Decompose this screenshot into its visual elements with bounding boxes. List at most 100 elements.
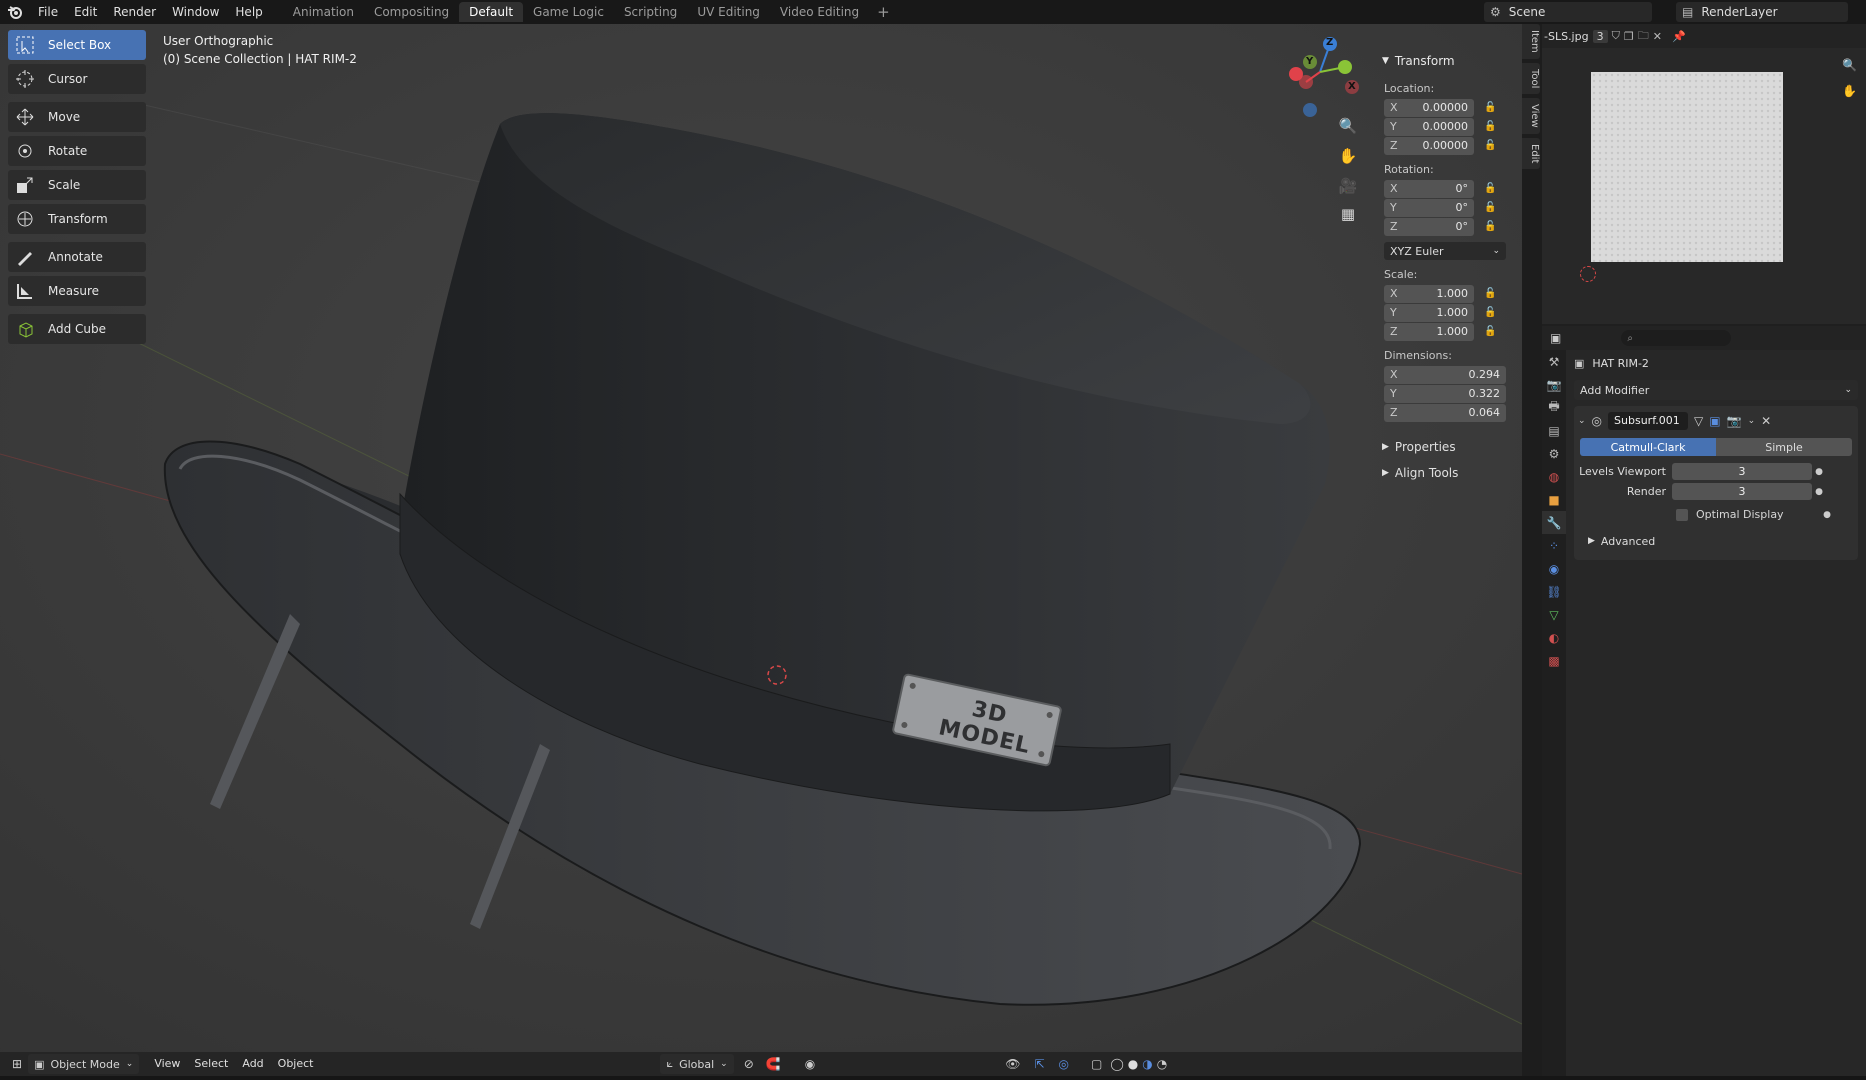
view-layer-selector[interactable]: ▤ RenderLayer: [1676, 2, 1848, 22]
tab-item[interactable]: Item: [1522, 24, 1540, 59]
dimensions-z-field[interactable]: Z 0.064: [1384, 403, 1506, 422]
tool-measure[interactable]: Measure: [8, 276, 146, 306]
delete-modifier-icon[interactable]: ✕: [1761, 414, 1771, 428]
grid-icon[interactable]: ▦: [1336, 202, 1360, 226]
view-layer-props-icon[interactable]: ▤: [1542, 419, 1566, 442]
tool-add-cube[interactable]: Add Cube: [8, 314, 146, 344]
keyframe-dot-icon[interactable]: ●: [1812, 487, 1826, 497]
image-name[interactable]: -SLS.jpg: [1544, 30, 1589, 43]
add-modifier-button[interactable]: Add Modifier ⌄: [1574, 380, 1858, 400]
camera-icon[interactable]: 🎥: [1336, 174, 1360, 198]
world-props-icon[interactable]: ◍: [1542, 465, 1566, 488]
keyframe-dot-icon[interactable]: ●: [1812, 467, 1826, 477]
menu-select[interactable]: Select: [187, 1052, 235, 1076]
dimensions-x-field[interactable]: X 0.294: [1384, 365, 1506, 384]
rotation-z-field[interactable]: Z 0°: [1384, 217, 1474, 236]
pan-hand-icon[interactable]: ✋: [1336, 144, 1360, 168]
zoom-icon[interactable]: 🔍: [1336, 114, 1360, 138]
modifier-name-input[interactable]: Subsurf.001: [1608, 412, 1689, 430]
simple-button[interactable]: Simple: [1716, 438, 1852, 456]
object-props-icon[interactable]: ■: [1542, 488, 1566, 511]
location-x-field[interactable]: X 0.00000: [1384, 98, 1474, 117]
visibility-icon[interactable]: 👁: [1005, 1057, 1020, 1071]
menu-add[interactable]: Add: [235, 1052, 270, 1076]
lock-icon[interactable]: 🔓: [1484, 202, 1500, 213]
proportional-edit-icon[interactable]: ◉: [805, 1057, 815, 1071]
zoom-icon[interactable]: 🔍: [1842, 58, 1857, 72]
rotation-x-field[interactable]: X 0°: [1384, 179, 1474, 198]
render-props-icon[interactable]: 📷: [1542, 373, 1566, 396]
menu-object[interactable]: Object: [271, 1052, 321, 1076]
gizmo-toggle-icon[interactable]: ⇱: [1034, 1057, 1044, 1071]
blender-logo-icon[interactable]: [0, 0, 30, 24]
texture-props-icon[interactable]: ▩: [1542, 649, 1566, 672]
tab-default[interactable]: Default: [459, 2, 524, 22]
tab-uv-editing[interactable]: UV Editing: [687, 2, 770, 22]
modifier-props-icon[interactable]: 🔧: [1542, 511, 1566, 534]
menu-edit[interactable]: Edit: [66, 0, 105, 24]
transform-header[interactable]: ▼ Transform: [1378, 48, 1512, 74]
particles-props-icon[interactable]: ⁘: [1542, 534, 1566, 557]
tab-tool[interactable]: Tool: [1522, 62, 1540, 95]
tool-scale[interactable]: Scale: [8, 170, 146, 200]
catmull-clark-button[interactable]: Catmull-Clark: [1580, 438, 1716, 456]
shield-icon[interactable]: ⛉: [1612, 29, 1620, 43]
3d-viewport[interactable]: 3D MODEL Select Box Cursor Move Rotate S…: [0, 24, 1522, 1052]
close-icon[interactable]: ✕: [1653, 30, 1662, 43]
tool-annotate[interactable]: Annotate: [8, 242, 146, 272]
location-y-field[interactable]: Y 0.00000: [1384, 117, 1474, 136]
transform-orientation-select[interactable]: ⟀ Global ⌄: [660, 1054, 734, 1074]
lock-icon[interactable]: 🔓: [1484, 221, 1500, 232]
menu-window[interactable]: Window: [164, 0, 227, 24]
output-props-icon[interactable]: 🖶: [1542, 396, 1566, 419]
data-props-icon[interactable]: ▽: [1542, 603, 1566, 626]
lock-icon[interactable]: 🔓: [1484, 121, 1500, 132]
search-input[interactable]: ⌕: [1621, 330, 1732, 346]
keyframe-dot-icon[interactable]: ●: [1820, 510, 1834, 520]
chevron-down-icon[interactable]: ⌄: [1748, 416, 1756, 426]
tab-animation[interactable]: Animation: [283, 2, 364, 22]
menu-file[interactable]: File: [30, 0, 66, 24]
chevron-down-icon[interactable]: ⌄: [1578, 416, 1586, 426]
tool-cursor[interactable]: Cursor: [8, 64, 146, 94]
tool-rotate[interactable]: Rotate: [8, 136, 146, 166]
tab-scripting[interactable]: Scripting: [614, 2, 687, 22]
lock-icon[interactable]: 🔓: [1484, 183, 1500, 194]
scale-z-field[interactable]: Z 1.000: [1384, 322, 1474, 341]
overlay-toggle-icon[interactable]: ◎: [1059, 1057, 1069, 1071]
optimal-display-checkbox[interactable]: [1676, 508, 1688, 521]
menu-help[interactable]: Help: [227, 0, 270, 24]
add-workspace-button[interactable]: +: [869, 3, 898, 21]
menu-view[interactable]: View: [147, 1052, 187, 1076]
tab-game-logic[interactable]: Game Logic: [523, 2, 614, 22]
pivot-icon[interactable]: ⊘: [744, 1057, 754, 1071]
tool-move[interactable]: Move: [8, 102, 146, 132]
render-levels-field[interactable]: 3: [1672, 483, 1812, 500]
tool-transform[interactable]: Transform: [8, 204, 146, 234]
edit-mode-icon[interactable]: ▽: [1694, 414, 1703, 428]
wireframe-shading-icon[interactable]: ◯: [1110, 1057, 1123, 1071]
lock-icon[interactable]: 🔓: [1484, 102, 1500, 113]
levels-viewport-field[interactable]: 3: [1672, 463, 1812, 480]
editor-type-icon[interactable]: ⊞: [12, 1057, 22, 1071]
dimensions-y-field[interactable]: Y 0.322: [1384, 384, 1506, 403]
editor-type-icon[interactable]: ▣: [1550, 331, 1561, 345]
scale-y-field[interactable]: Y 1.000: [1384, 303, 1474, 322]
tool-select-box[interactable]: Select Box: [8, 30, 146, 60]
scene-props-icon[interactable]: ⚙: [1542, 442, 1566, 465]
tab-video-editing[interactable]: Video Editing: [770, 2, 869, 22]
constraints-props-icon[interactable]: ⛓: [1542, 580, 1566, 603]
rotation-y-field[interactable]: Y 0°: [1384, 198, 1474, 217]
lock-icon[interactable]: 🔓: [1484, 307, 1500, 318]
navigation-gizmo[interactable]: Z Y X: [1280, 32, 1360, 122]
xray-icon[interactable]: ▢: [1091, 1057, 1102, 1071]
scale-x-field[interactable]: X 1.000: [1384, 284, 1474, 303]
solid-shading-icon[interactable]: ●: [1128, 1057, 1138, 1071]
pan-hand-icon[interactable]: ✋: [1842, 84, 1857, 98]
lock-icon[interactable]: 🔓: [1484, 326, 1500, 337]
advanced-section[interactable]: ▶ Advanced: [1574, 530, 1858, 552]
image-editor[interactable]: -SLS.jpg 3 ⛉ ❐ 🗀 ✕ 📌 🔍 ✋: [1542, 24, 1866, 324]
material-shading-icon[interactable]: ◑: [1142, 1057, 1152, 1071]
tab-view[interactable]: View: [1522, 98, 1540, 134]
duplicate-icon[interactable]: ❐: [1624, 30, 1634, 43]
